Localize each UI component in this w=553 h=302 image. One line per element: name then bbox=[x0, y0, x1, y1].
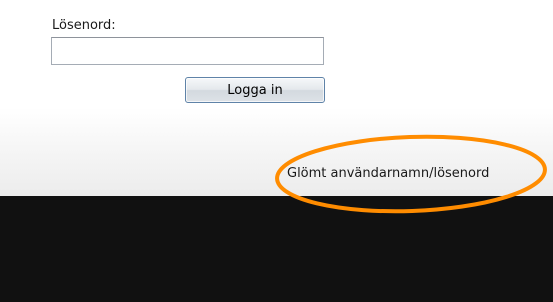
login-panel: Lösenord: Logga in Glömt användarnamn/lö… bbox=[0, 0, 553, 196]
dark-footer-area bbox=[0, 196, 553, 302]
password-label: Lösenord: bbox=[52, 18, 116, 33]
login-button[interactable]: Logga in bbox=[185, 77, 325, 103]
password-input[interactable] bbox=[51, 37, 324, 65]
forgot-credentials-link[interactable]: Glömt användarnamn/lösenord bbox=[287, 166, 489, 182]
